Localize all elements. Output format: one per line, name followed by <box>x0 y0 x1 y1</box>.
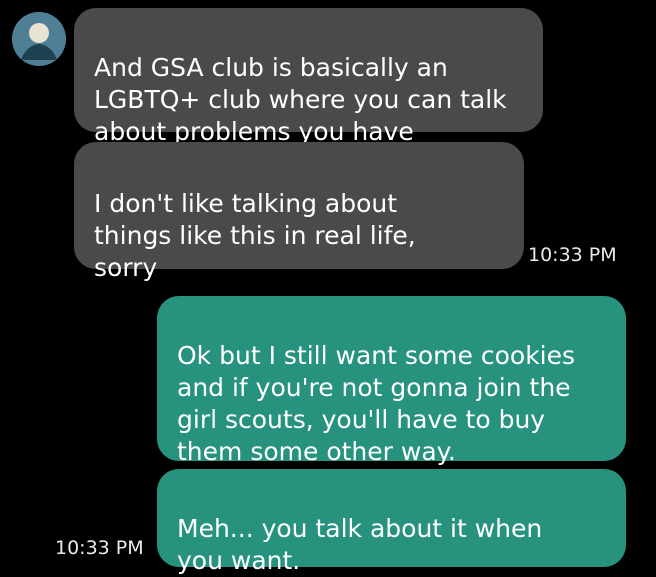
contact-avatar[interactable] <box>12 12 66 66</box>
profile-photo-icon <box>12 12 66 66</box>
message-bubble-incoming[interactable]: I don't like talking about things like t… <box>74 142 524 282</box>
message-text: Ok but I still want some cookies and if … <box>177 341 576 466</box>
message-timestamp: 10:33 PM <box>528 244 617 266</box>
message-text: I don't like talking about things like t… <box>94 189 416 282</box>
message-text: Meh... you talk about it when you want. <box>177 514 543 575</box>
message-bubble-outgoing[interactable]: Ok but I still want some cookies and if … <box>157 296 626 466</box>
message-text: And GSA club is basically an LGBTQ+ club… <box>94 53 507 146</box>
message-timestamp: 10:33 PM <box>55 537 144 559</box>
message-bubble-outgoing[interactable]: Meh... you talk about it when you want. <box>157 469 626 575</box>
message-bubble-incoming[interactable]: And GSA club is basically an LGBTQ+ club… <box>74 8 543 146</box>
